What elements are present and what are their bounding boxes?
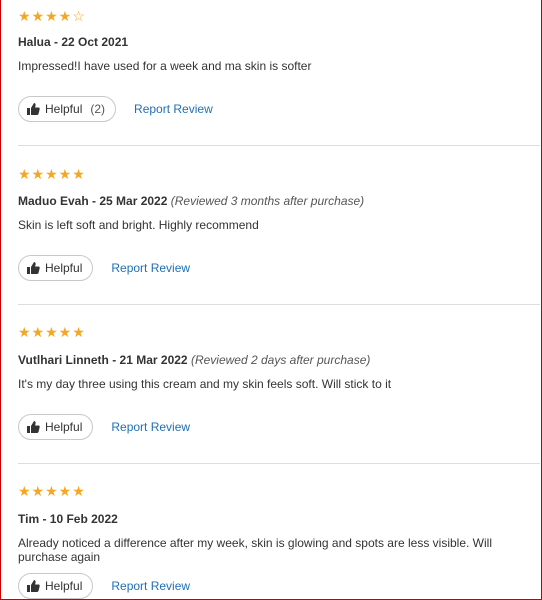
review-divider bbox=[18, 304, 540, 305]
review-item: ★★★★★ bbox=[18, 483, 538, 499]
thumbs-up-icon bbox=[27, 580, 40, 592]
filled-stars: ★★★★★ bbox=[18, 483, 86, 499]
review-body: Already noticed a difference after my we… bbox=[18, 536, 538, 564]
helpful-button[interactable]: Helpful bbox=[18, 255, 94, 281]
review-author-line: Tim - 10 Feb 2022 bbox=[18, 512, 538, 526]
helpful-label: Helpful bbox=[45, 261, 83, 275]
report-review-link[interactable]: Report Review bbox=[111, 261, 190, 275]
helpful-button[interactable]: Helpful bbox=[18, 414, 94, 440]
empty-star-icon: ☆ bbox=[72, 8, 86, 24]
review-text: It's my day three using this cream and m… bbox=[18, 377, 392, 391]
helpful-count: (2) bbox=[90, 102, 106, 116]
review-item: ★★★★★ bbox=[18, 324, 538, 340]
review-text: Impressed!I have used for a week and ma … bbox=[18, 59, 312, 73]
report-review-link[interactable]: Report Review bbox=[111, 579, 190, 593]
review-text: Already noticed a difference after my we… bbox=[18, 536, 492, 564]
review-body: It's my day three using this cream and m… bbox=[18, 377, 538, 391]
review-author: Vutlhari Linneth - 21 Mar 2022 bbox=[18, 353, 188, 367]
filled-stars: ★★★★★ bbox=[18, 166, 86, 182]
report-review-link[interactable]: Report Review bbox=[111, 420, 190, 434]
review-author: Halua - 22 Oct 2021 bbox=[18, 35, 129, 49]
star-rating: ★★★★☆ bbox=[18, 8, 538, 24]
review-item: ★★★★★ bbox=[18, 166, 538, 182]
thumbs-up-icon bbox=[27, 103, 40, 115]
review-author: Maduo Evah - 25 Mar 2022 bbox=[18, 194, 168, 208]
review-meta: (Reviewed 2 days after purchase) bbox=[190, 353, 371, 367]
review-item: ★★★★☆ bbox=[18, 8, 538, 24]
page-frame bbox=[0, 0, 542, 600]
star-rating: ★★★★★ bbox=[18, 483, 538, 499]
review-author: Tim - 10 Feb 2022 bbox=[18, 512, 118, 526]
filled-stars: ★★★★ bbox=[18, 8, 73, 24]
review-divider bbox=[18, 463, 540, 464]
helpful-button[interactable]: Helpful bbox=[18, 573, 94, 599]
review-author-line: Maduo Evah - 25 Mar 2022 (Reviewed 3 mon… bbox=[18, 194, 538, 208]
helpful-label: Helpful bbox=[45, 102, 83, 116]
review-body: Skin is left soft and bright. Highly rec… bbox=[18, 218, 538, 232]
star-rating: ★★★★★ bbox=[18, 166, 538, 182]
star-rating: ★★★★★ bbox=[18, 324, 538, 340]
thumbs-up-icon bbox=[27, 262, 40, 274]
review-divider bbox=[18, 145, 540, 146]
review-author-line: Vutlhari Linneth - 21 Mar 2022 (Reviewed… bbox=[18, 353, 538, 367]
helpful-label: Helpful bbox=[45, 420, 83, 434]
review-author-line: Halua - 22 Oct 2021 bbox=[18, 35, 538, 49]
review-text: Skin is left soft and bright. Highly rec… bbox=[18, 218, 259, 232]
filled-stars: ★★★★★ bbox=[18, 324, 86, 340]
review-body: Impressed!I have used for a week and ma … bbox=[18, 59, 538, 73]
helpful-button[interactable]: Helpful (2) bbox=[18, 96, 117, 122]
thumbs-up-icon bbox=[27, 421, 40, 433]
review-meta: (Reviewed 3 months after purchase) bbox=[170, 194, 365, 208]
report-review-link[interactable]: Report Review bbox=[134, 102, 213, 116]
helpful-label: Helpful bbox=[45, 579, 83, 593]
